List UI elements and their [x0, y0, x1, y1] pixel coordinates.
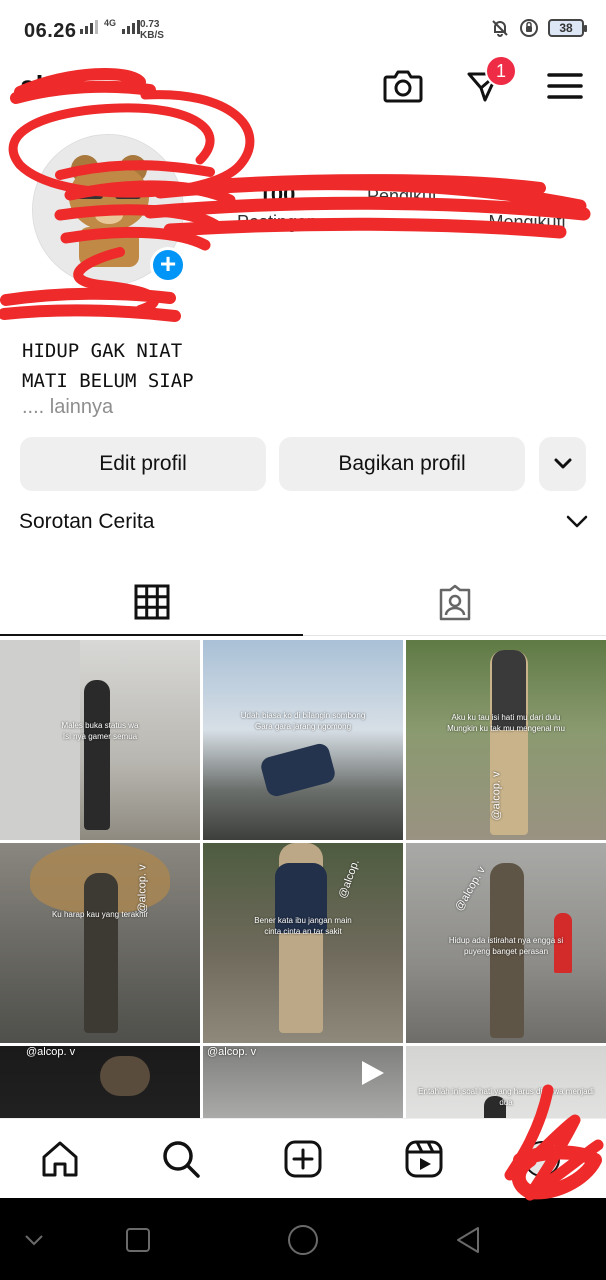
person-figure	[84, 873, 118, 1033]
speed-value: 0.73	[140, 19, 160, 30]
chevron-down-icon	[554, 458, 571, 469]
nav-search[interactable]	[159, 1137, 203, 1181]
camera-icon	[383, 70, 423, 103]
data-saver-icon	[520, 19, 538, 37]
bio-line: MATI BELUM SIAP	[22, 370, 194, 392]
share-profile-button[interactable]: Bagikan profil	[279, 437, 525, 491]
stat-following[interactable]: 90 Mengikuti	[472, 182, 582, 233]
signal-icons: 4G	[80, 18, 141, 34]
post-caption: Ku harap kau yang terakhir	[51, 910, 149, 919]
profile-avatar-icon	[524, 1141, 560, 1177]
post-caption: Bener kata ibu jangan main cinta cinta a…	[254, 916, 352, 936]
person-figure	[259, 741, 337, 799]
system-navigation-bar	[0, 1198, 606, 1280]
home-circle-icon	[288, 1225, 318, 1255]
search-icon	[163, 1141, 200, 1178]
bottom-navigation	[0, 1118, 606, 1198]
tagged-person-icon	[439, 584, 470, 620]
post-thumbnail[interactable]: Udah biasa ko di bilangin sombong Gara g…	[203, 640, 403, 840]
status-right: 38	[490, 18, 587, 38]
post-thumbnail[interactable]: Aku ku tau isi hati mu dari dulu Mungkin…	[406, 640, 606, 840]
bell-off-icon	[492, 20, 508, 37]
stat-label: Pengikut	[366, 186, 438, 206]
stat-followers[interactable]: Pengikut	[347, 182, 457, 233]
profile-actions: Edit profil Bagikan profil	[20, 437, 586, 491]
username[interactable]: al	[20, 70, 43, 102]
watermark: @alcop.	[336, 857, 362, 901]
post-thumbnail[interactable]: Ku harap kau yang terakhir @alcop. v	[0, 843, 200, 1043]
status-time: 06.26	[24, 20, 77, 42]
post-caption: Udah biasa ko di bilangin sombong Gara g…	[240, 711, 366, 731]
sys-back-button[interactable]	[448, 1220, 488, 1260]
camera-button[interactable]	[381, 64, 425, 108]
profile-stats: 100 Postingan Pengikut 90 Mengikuti	[222, 182, 582, 233]
reels-play-icon	[362, 1061, 384, 1085]
nav-reels[interactable]	[402, 1137, 446, 1181]
post-caption: Hidup ada istirahat nya engga si puyeng …	[448, 936, 564, 956]
sys-recents-button[interactable]	[118, 1220, 158, 1260]
signal-icon-2	[122, 18, 141, 34]
person-figure	[84, 680, 110, 830]
reels-icon	[405, 1140, 443, 1178]
post-caption: Males buka status wa Isi nya gamer semua	[61, 721, 139, 741]
speed-unit: KB/S	[140, 30, 164, 41]
nav-create[interactable]	[281, 1137, 325, 1181]
posts-grid: Males buka status wa Isi nya gamer semua…	[0, 638, 606, 1118]
post-thumbnail[interactable]: @alcop. v	[203, 1046, 403, 1118]
profile-header: al 1	[0, 55, 606, 112]
post-thumbnail[interactable]: Males buka status wa Isi nya gamer semua	[0, 640, 200, 840]
bio-text: HIDUP GAK NIAT MATI BELUM SIAP	[22, 336, 194, 396]
tab-posts-grid[interactable]	[0, 570, 303, 636]
discover-people-button[interactable]	[539, 437, 586, 491]
post-caption: Entahlah ini soal hati yang harus di baw…	[418, 1087, 594, 1107]
bio-line: HIDUP GAK NIAT	[22, 340, 183, 362]
post-thumbnail[interactable]: @alcop. v	[0, 1046, 200, 1118]
back-triangle-icon	[457, 1227, 479, 1253]
menu-button[interactable]	[543, 64, 587, 108]
post-thumbnail[interactable]: Bener kata ibu jangan main cinta cinta a…	[203, 843, 403, 1043]
notification-badge: 1	[485, 55, 517, 87]
stat-number: 100	[258, 182, 296, 207]
stat-number: 90	[514, 182, 540, 207]
plus-icon: +	[159, 248, 177, 279]
status-bar: 06.26 4G 0.73 KB/S 38	[0, 0, 606, 62]
watermark: @alcop. v	[453, 864, 489, 914]
battery-icon: 38	[548, 19, 587, 37]
watermark: @alcop. v	[207, 1046, 257, 1058]
post-thumbnail[interactable]: Hidup ada istirahat nya engga si puyeng …	[406, 843, 606, 1043]
chevron-down-icon	[566, 515, 588, 528]
nav-profile[interactable]	[520, 1137, 564, 1181]
stat-posts[interactable]: 100 Postingan	[222, 182, 332, 233]
edit-profile-button[interactable]: Edit profil	[20, 437, 266, 491]
network-type: 4G	[104, 18, 117, 28]
profile-tabs	[0, 570, 606, 636]
watermark: @alcop. v	[26, 1046, 76, 1058]
network-speed: 0.73 KB/S	[140, 19, 164, 41]
recents-square-icon	[126, 1228, 150, 1252]
stat-label: Mengikuti	[488, 212, 566, 232]
nav-home[interactable]	[38, 1137, 82, 1181]
add-story-button[interactable]: +	[150, 247, 186, 283]
hand-shape	[100, 1056, 150, 1096]
sys-collapse-button[interactable]	[14, 1220, 54, 1260]
grid-icon	[134, 584, 169, 620]
post-caption: Aku ku tau isi hati mu dari dulu Mungkin…	[447, 713, 565, 733]
profile-summary: + 100 Postingan Pengikut 90 Mengikuti	[0, 130, 606, 300]
chevron-down-icon	[25, 1235, 43, 1246]
stat-label: Postingan	[236, 212, 318, 232]
watermark: @alcop. v	[490, 771, 503, 821]
watermark: @alcop. v	[136, 864, 149, 914]
home-icon	[42, 1141, 78, 1177]
hamburger-icon	[547, 73, 583, 99]
post-thumbnail[interactable]: Entahlah ini soal hati yang harus di baw…	[406, 1046, 606, 1118]
sys-home-button[interactable]	[283, 1220, 323, 1260]
story-highlights[interactable]: Sorotan Cerita	[19, 510, 589, 542]
bio-more-link[interactable]: .... lainnya	[22, 396, 113, 419]
plus-square-icon	[284, 1140, 322, 1178]
signal-icon	[80, 18, 98, 34]
highlights-title: Sorotan Cerita	[19, 510, 155, 533]
tab-tagged[interactable]	[303, 570, 606, 636]
